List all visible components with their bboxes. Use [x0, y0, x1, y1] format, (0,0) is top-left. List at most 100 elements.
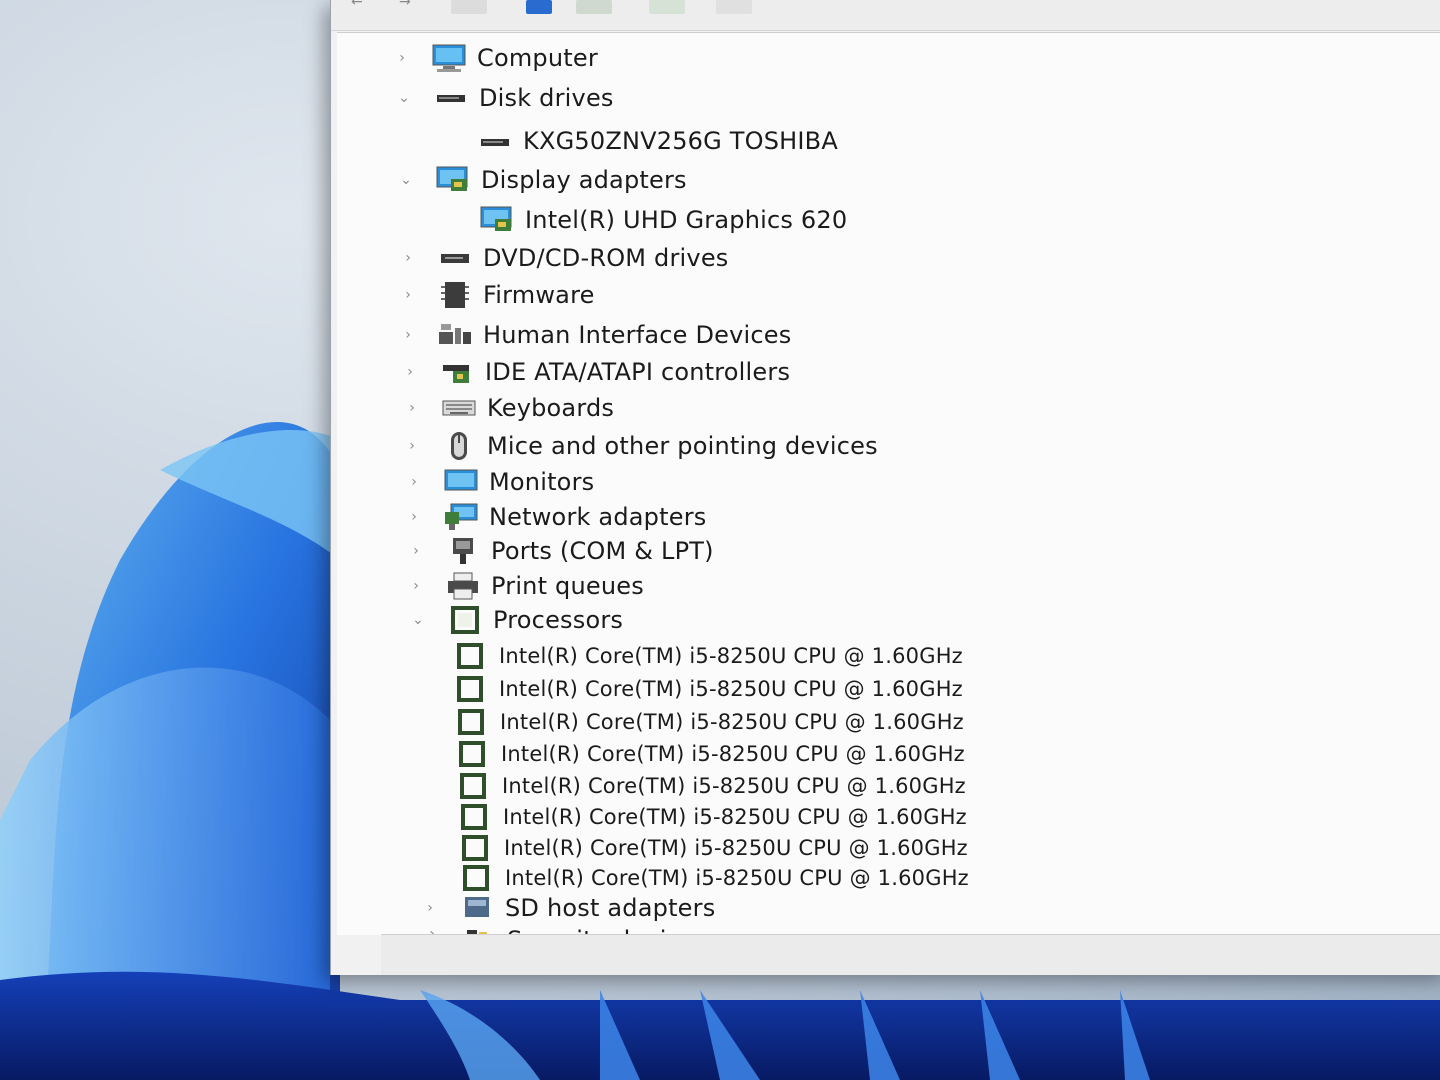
tree-item-cpu[interactable]: Intel(R) Core(TM) i5-8250U CPU @ 1.60GHz: [456, 769, 966, 803]
ide-controller-icon: [439, 357, 475, 387]
tree-item-network-adapters[interactable]: › Network adapters: [407, 500, 706, 534]
forward-arrow-icon: →: [399, 0, 411, 10]
tree-item-computer[interactable]: › Computer: [395, 41, 598, 75]
tree-item-label: Intel(R) Core(TM) i5-8250U CPU @ 1.60GHz: [499, 644, 963, 668]
device-manager-window: ← → › Computer ⌄ Disk drives ›: [330, 0, 1440, 975]
tree-item-intel-uhd-620[interactable]: › Intel(R) UHD Graphics 620: [443, 203, 847, 237]
tree-item-label: Keyboards: [487, 394, 615, 422]
tree-item-label: IDE ATA/ATAPI controllers: [485, 358, 791, 386]
update-driver-button[interactable]: [716, 0, 752, 14]
chevron-right-icon[interactable]: ›: [405, 400, 419, 416]
tree-item-label: Intel(R) Core(TM) i5-8250U CPU @ 1.60GHz: [500, 710, 964, 734]
chevron-right-icon[interactable]: ›: [409, 543, 423, 559]
network-adapter-icon: [443, 502, 479, 532]
tree-item-label: SD host adapters: [505, 894, 716, 922]
computer-icon: [431, 43, 467, 73]
help-button[interactable]: [526, 0, 552, 14]
disk-drive-icon: [477, 126, 513, 156]
tree-item-keyboards[interactable]: › Keyboards: [405, 391, 614, 425]
tree-item-cpu[interactable]: Intel(R) Core(TM) i5-8250U CPU @ 1.60GHz: [455, 737, 965, 771]
tree-item-label: Intel(R) Core(TM) i5-8250U CPU @ 1.60GHz: [504, 836, 968, 860]
tree-item-label: Intel(R) Core(TM) i5-8250U CPU @ 1.60GHz: [501, 742, 965, 766]
keyboard-icon: [441, 393, 477, 423]
tree-item-hid[interactable]: › Human Interface Devices: [401, 318, 791, 352]
chevron-right-icon[interactable]: ›: [401, 287, 415, 303]
chevron-right-icon[interactable]: ›: [403, 364, 417, 380]
tree-item-label: Intel(R) UHD Graphics 620: [525, 206, 848, 234]
tree-item-label: Mice and other pointing devices: [487, 432, 878, 460]
tree-item-label: Display adapters: [481, 166, 687, 194]
processor-icon: [453, 674, 489, 704]
chevron-right-icon[interactable]: ›: [407, 509, 421, 525]
tree-item-cpu[interactable]: Intel(R) Core(TM) i5-8250U CPU @ 1.60GHz: [457, 800, 967, 834]
chevron-right-icon[interactable]: ›: [409, 578, 423, 594]
sd-host-icon: [459, 893, 495, 923]
tree-item-label: Ports (COM & LPT): [491, 537, 714, 565]
tree-item-cpu[interactable]: Intel(R) Core(TM) i5-8250U CPU @ 1.60GHz: [459, 861, 969, 895]
tree-item-cpu[interactable]: Intel(R) Core(TM) i5-8250U CPU @ 1.60GHz: [454, 705, 964, 739]
tree-item-label: KXG50ZNV256G TOSHIBA: [523, 127, 838, 155]
tree-item-sd-host-adapters[interactable]: › SD host adapters: [423, 891, 715, 925]
device-tree: › Computer ⌄ Disk drives › KXG50ZNV256G …: [337, 32, 1440, 935]
tree-item-monitors[interactable]: › Monitors: [407, 465, 594, 499]
tree-item-cpu[interactable]: Intel(R) Core(TM) i5-8250U CPU @ 1.60GHz: [453, 672, 963, 706]
chevron-right-icon[interactable]: ›: [423, 900, 437, 916]
tree-item-ports[interactable]: › Ports (COM & LPT): [409, 534, 714, 568]
hid-icon: [437, 320, 473, 350]
tree-item-label: DVD/CD-ROM drives: [483, 244, 729, 272]
tree-item-label: Network adapters: [489, 503, 707, 531]
tree-item-cpu[interactable]: Intel(R) Core(TM) i5-8250U CPU @ 1.60GHz: [458, 831, 968, 865]
tree-item-display-adapters[interactable]: ⌄ Display adapters: [399, 163, 687, 197]
processor-icon: [455, 739, 491, 769]
properties-button[interactable]: [451, 0, 487, 14]
tree-item-print-queues[interactable]: › Print queues: [409, 569, 644, 603]
display-adapter-icon: [479, 205, 515, 235]
chevron-right-icon[interactable]: ›: [401, 250, 415, 266]
processor-icon: [458, 833, 494, 863]
tree-item-label: Firmware: [483, 281, 595, 309]
tree-item-disk-drives[interactable]: ⌄ Disk drives: [397, 81, 614, 115]
tree-item-disk-toshiba[interactable]: › KXG50ZNV256G TOSHIBA: [441, 124, 838, 158]
mouse-icon: [441, 431, 477, 461]
tree-item-label: Intel(R) Core(TM) i5-8250U CPU @ 1.60GHz: [502, 774, 966, 798]
chevron-right-icon[interactable]: ›: [401, 327, 415, 343]
back-button[interactable]: ←: [343, 0, 379, 14]
tree-item-cpu[interactable]: Intel(R) Core(TM) i5-8250U CPU @ 1.60GHz: [453, 639, 963, 673]
status-bar: [381, 934, 1440, 975]
processor-icon: [457, 802, 493, 832]
tree-item-label: Intel(R) Core(TM) i5-8250U CPU @ 1.60GHz: [503, 805, 967, 829]
back-arrow-icon: ←: [351, 0, 363, 10]
tree-item-mice[interactable]: › Mice and other pointing devices: [405, 429, 878, 463]
tree-item-firmware[interactable]: › Firmware: [401, 278, 595, 312]
tree-item-label: Monitors: [489, 468, 595, 496]
tree-item-label: Computer: [477, 44, 598, 72]
chevron-right-icon[interactable]: ›: [407, 474, 421, 490]
tree-item-label: Intel(R) Core(TM) i5-8250U CPU @ 1.60GHz: [505, 866, 969, 890]
tree-item-dvd-drives[interactable]: › DVD/CD-ROM drives: [401, 241, 729, 275]
processor-icon: [454, 707, 490, 737]
processor-icon: [453, 641, 489, 671]
disk-drive-icon: [433, 83, 469, 113]
tree-item-label: Disk drives: [479, 84, 614, 112]
chevron-down-icon[interactable]: ⌄: [411, 612, 425, 628]
processor-icon: [447, 605, 483, 635]
dvd-drive-icon: [437, 243, 473, 273]
show-hidden-button[interactable]: [576, 0, 612, 14]
tree-item-processors[interactable]: ⌄ Processors: [411, 603, 623, 637]
tree-item-label: Human Interface Devices: [483, 321, 792, 349]
chevron-right-icon[interactable]: ›: [395, 50, 409, 66]
chevron-down-icon[interactable]: ⌄: [399, 172, 413, 188]
tree-item-label: Intel(R) Core(TM) i5-8250U CPU @ 1.60GHz: [499, 677, 963, 701]
display-adapter-icon: [435, 165, 471, 195]
tree-item-label: Processors: [493, 606, 624, 634]
scan-hardware-button[interactable]: [649, 0, 685, 14]
printer-icon: [445, 571, 481, 601]
chevron-right-icon[interactable]: ›: [405, 438, 419, 454]
tree-item-ide-controllers[interactable]: › IDE ATA/ATAPI controllers: [403, 355, 790, 389]
chevron-down-icon[interactable]: ⌄: [397, 90, 411, 106]
forward-button[interactable]: →: [391, 0, 427, 14]
firmware-icon: [437, 280, 473, 310]
port-icon: [445, 536, 481, 566]
toolbar: ← →: [331, 0, 1440, 31]
monitor-icon: [443, 467, 479, 497]
